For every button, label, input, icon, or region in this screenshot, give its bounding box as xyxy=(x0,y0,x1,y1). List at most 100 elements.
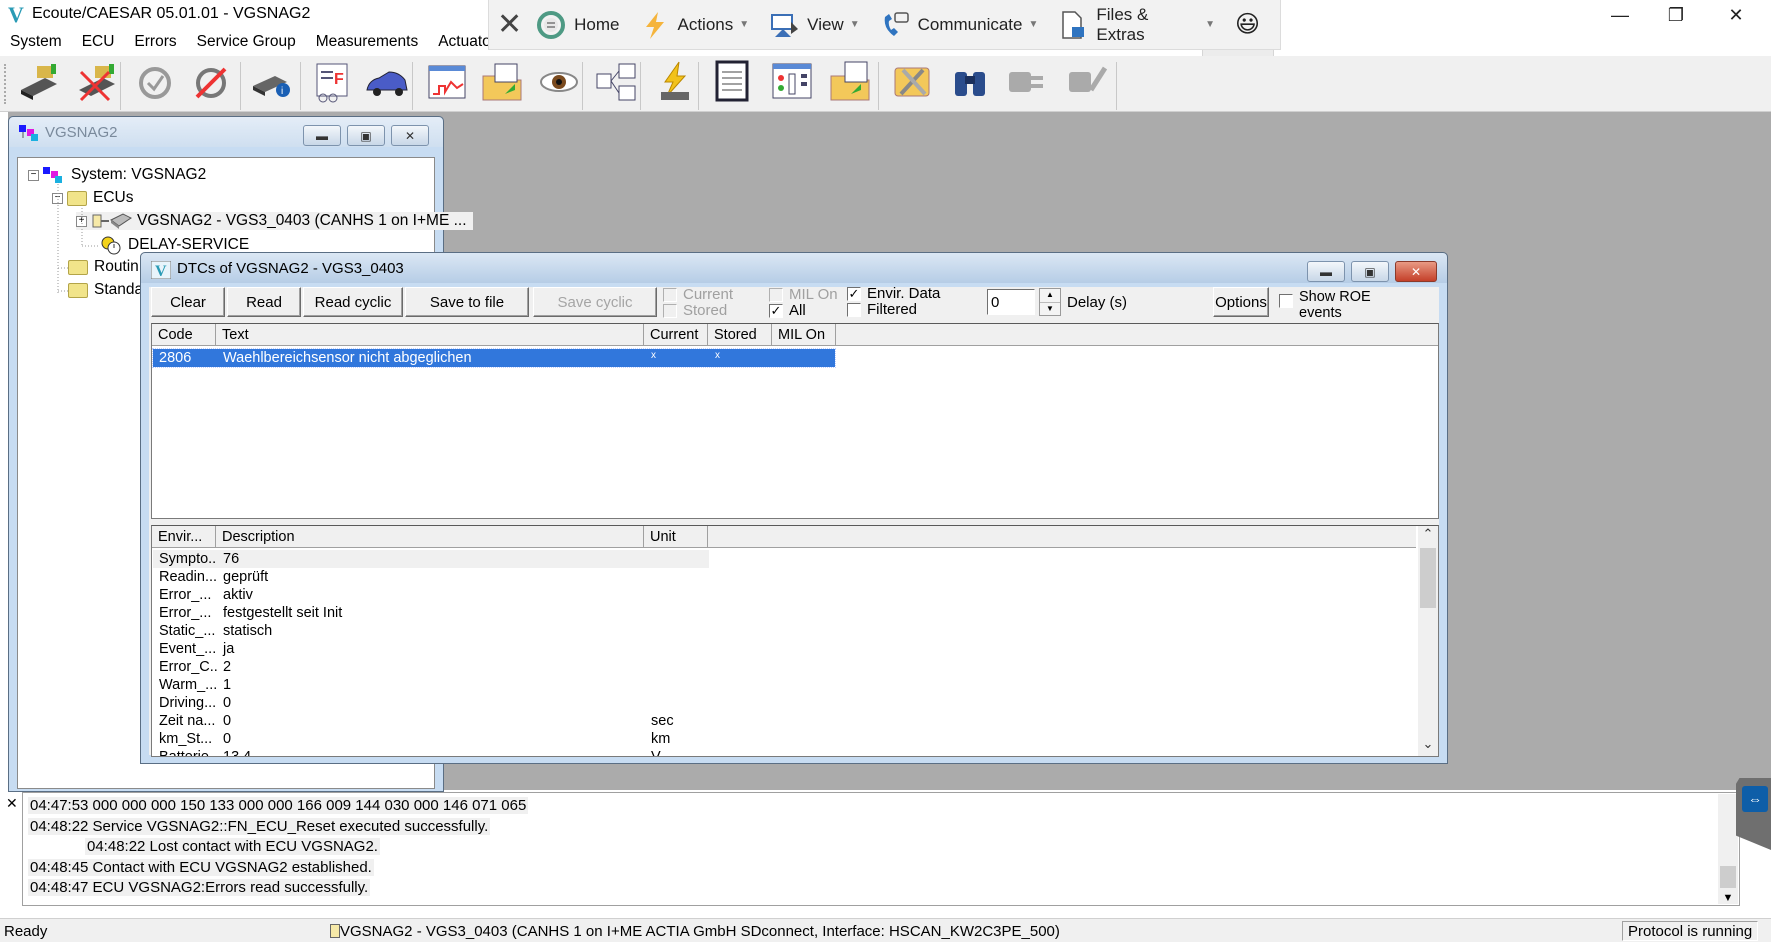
stored-checkbox[interactable]: Stored xyxy=(663,302,727,319)
remote-close-button[interactable]: ✕ xyxy=(497,7,522,42)
column-header-description[interactable]: Description xyxy=(216,526,644,548)
system-window-titlebar[interactable]: VGSNAG2 ▬ ▣ ✕ xyxy=(9,117,443,147)
document-button[interactable] xyxy=(708,60,756,106)
check-refresh-button[interactable] xyxy=(130,62,178,106)
env-data-row[interactable]: Driving... 0 xyxy=(153,694,709,712)
menu-service-group[interactable]: Service Group xyxy=(187,30,306,56)
home-circle-icon xyxy=(536,10,566,40)
menu-measurements[interactable]: Measurements xyxy=(306,30,429,56)
teamviewer-side-tab[interactable]: ⇔ xyxy=(1736,778,1771,850)
env-list-scrollbar[interactable]: ⌃ ⌄ xyxy=(1418,526,1438,756)
service-tools-button[interactable] xyxy=(888,62,936,106)
envir-data-checkbox[interactable]: ✓ Envir. Data xyxy=(847,285,940,302)
env-data-row[interactable]: Zeit na... 0 sec xyxy=(153,712,709,730)
current-checkbox[interactable]: Current xyxy=(663,286,733,303)
plug-disabled-button[interactable] xyxy=(1002,62,1050,106)
restore-button[interactable]: ❐ xyxy=(1648,0,1704,30)
remote-home-button[interactable]: Home xyxy=(536,10,620,40)
column-header-mil-on[interactable]: MIL On xyxy=(772,324,836,346)
env-data-row[interactable]: Warm_... 1 xyxy=(153,676,709,694)
dtc-current: x xyxy=(651,350,656,361)
tree-structure-button[interactable] xyxy=(592,62,640,106)
save-to-file-button[interactable]: Save to file xyxy=(405,287,529,317)
read-button[interactable]: Read xyxy=(227,287,301,317)
env-data-row[interactable]: Static_... statisch xyxy=(153,622,709,640)
ecu-info-button[interactable]: i xyxy=(246,62,294,106)
env-data-row[interactable]: km_St... 0 km xyxy=(153,730,709,748)
column-header-stored[interactable]: Stored xyxy=(708,324,772,346)
flash-ecu-button[interactable] xyxy=(650,61,698,106)
env-data-row[interactable]: Readin... geprüft xyxy=(153,568,709,586)
spin-down-icon[interactable]: ▼ xyxy=(1040,302,1060,315)
env-envir: Error_... xyxy=(159,605,212,621)
scroll-thumb[interactable] xyxy=(1420,548,1436,608)
menu-system[interactable]: System xyxy=(0,30,72,56)
env-data-row[interactable]: Event_... ja xyxy=(153,640,709,658)
dtc-stored: x xyxy=(715,350,720,361)
dtc-window-minimize[interactable]: ▬ xyxy=(1307,261,1345,282)
binoculars-button[interactable] xyxy=(946,62,994,106)
log-close-icon[interactable]: ✕ xyxy=(6,795,18,812)
mil-on-checkbox[interactable]: MIL On xyxy=(769,286,838,303)
dtc-row[interactable]: 2806 Waehlbereichsensor nicht abgegliche… xyxy=(152,348,836,368)
read-cyclic-button[interactable]: Read cyclic xyxy=(303,287,403,317)
options-button[interactable]: Options xyxy=(1213,287,1269,317)
env-data-row[interactable]: Error_... festgestellt seit Init xyxy=(153,604,709,622)
dtc-window-restore[interactable]: ▣ xyxy=(1351,261,1389,282)
actuator-panel-button[interactable] xyxy=(768,62,816,106)
menu-ecu[interactable]: ECU xyxy=(72,30,125,56)
delay-spinner[interactable]: ▲ ▼ xyxy=(1039,288,1061,316)
show-roe-events-checkbox[interactable]: Show ROE events xyxy=(1279,289,1379,321)
env-data-row[interactable]: Batterie... 13.4 V xyxy=(153,748,709,756)
menu-errors[interactable]: Errors xyxy=(124,30,186,56)
stop-cycle-button[interactable] xyxy=(186,62,234,106)
env-envir: Event_... xyxy=(159,641,217,657)
scroll-thumb[interactable] xyxy=(1720,866,1736,888)
environment-data-list[interactable]: Envir... Description Unit Sympto... 76 Rea… xyxy=(151,525,1439,757)
open-actuator-button[interactable] xyxy=(826,61,874,106)
clear-button[interactable]: Clear xyxy=(151,287,225,317)
column-header-unit[interactable]: Unit xyxy=(644,526,708,548)
minimize-button[interactable]: — xyxy=(1592,0,1648,30)
view-eye-button[interactable] xyxy=(534,62,582,106)
system-window-minimize[interactable]: ▬ xyxy=(303,125,341,146)
remote-actions-button[interactable]: Actions ▼ xyxy=(640,10,749,40)
close-button[interactable]: ✕ xyxy=(1708,0,1764,30)
close-icon: ✕ xyxy=(404,128,416,143)
filtered-checkbox[interactable]: Filtered xyxy=(847,301,917,318)
fault-memory-icon: F xyxy=(309,60,355,108)
toolbar-grip[interactable] xyxy=(4,64,7,104)
column-header-code[interactable]: Code xyxy=(152,324,216,346)
column-header-envir[interactable]: Envir... xyxy=(152,526,216,548)
system-window-close[interactable]: ✕ xyxy=(391,125,429,146)
connect-ecu-button[interactable] xyxy=(14,62,62,106)
scroll-down-icon[interactable]: ▼ xyxy=(1718,892,1738,904)
disconnect-ecu-button[interactable] xyxy=(72,62,120,106)
env-data-row[interactable]: Error_C... 2 xyxy=(153,658,709,676)
plug-remove-disabled-button[interactable] xyxy=(1062,62,1110,106)
checkbox-box xyxy=(663,287,677,302)
env-data-row[interactable]: Error_... aktiv xyxy=(153,586,709,604)
remote-files-extras-button[interactable]: Files & Extras ▼ xyxy=(1058,5,1215,45)
measurement-chart-button[interactable] xyxy=(422,62,470,106)
all-checkbox[interactable]: ✓ All xyxy=(769,302,806,319)
feedback-button[interactable]: 😃 xyxy=(1235,10,1260,39)
env-data-row[interactable]: Sympto... 76 xyxy=(153,550,709,568)
dtc-list[interactable]: Code Text Current Stored MIL On 2806 Wae… xyxy=(151,323,1439,519)
column-header-text[interactable]: Text xyxy=(216,324,644,346)
column-header-current[interactable]: Current xyxy=(644,324,708,346)
spin-up-icon[interactable]: ▲ xyxy=(1040,289,1060,302)
fault-memory-button[interactable]: F xyxy=(308,62,356,106)
system-window-restore[interactable]: ▣ xyxy=(347,125,385,146)
remote-communicate-button[interactable]: Communicate ▼ xyxy=(880,10,1038,40)
dtc-window-titlebar[interactable]: V DTCs of VGSNAG2 - VGS3_0403 ▬ ▣ ✕ xyxy=(141,253,1447,283)
remote-view-button[interactable]: View ▼ xyxy=(769,10,860,40)
vehicle-button[interactable] xyxy=(362,62,410,106)
dtc-window-close[interactable]: ✕ xyxy=(1395,261,1437,282)
scroll-down-icon[interactable]: ⌄ xyxy=(1418,736,1438,756)
log-scrollbar[interactable]: ▼ xyxy=(1718,794,1738,904)
open-measurement-button[interactable] xyxy=(478,62,526,106)
delay-input[interactable] xyxy=(987,289,1035,315)
scroll-up-icon[interactable]: ⌃ xyxy=(1418,526,1438,546)
save-cyclic-button[interactable]: Save cyclic xyxy=(533,287,657,317)
